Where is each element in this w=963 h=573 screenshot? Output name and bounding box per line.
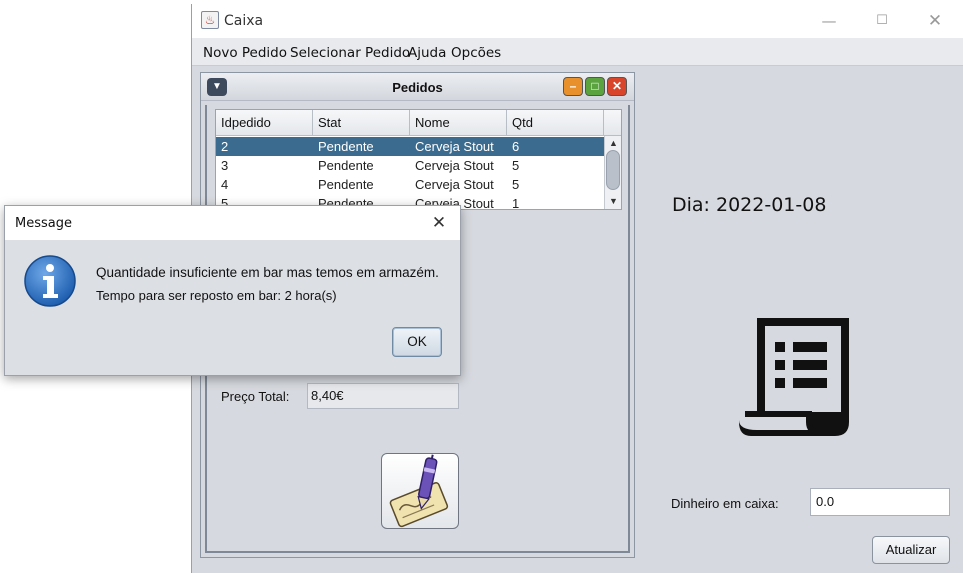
atualizar-button[interactable]: Atualizar — [872, 536, 950, 564]
cell-stat: Pendente — [318, 177, 374, 192]
scroll-down-icon[interactable]: ▼ — [605, 194, 621, 208]
dialog-message-line-2: Tempo para ser reposto em bar: 2 hora(s) — [96, 288, 337, 303]
message-dialog: Message ✕ Quantidade insuficiente em bar… — [4, 205, 461, 376]
column-header-qtd[interactable]: Qtd — [507, 110, 604, 136]
dialog-message-line-1: Quantidade insuficiente em bar mas temos… — [96, 265, 439, 280]
column-header-nome[interactable]: Nome — [410, 110, 507, 136]
frame-maximize-button[interactable]: □ — [585, 77, 605, 96]
scrollbar-thumb[interactable] — [606, 150, 620, 190]
sign-order-button[interactable] — [381, 453, 459, 529]
dialog-titlebar[interactable]: Message ✕ — [5, 206, 460, 240]
table-scrollbar[interactable]: ▲ ▼ — [604, 136, 621, 209]
cell-nome: Cerveja Stout — [415, 158, 494, 173]
cell-nome: Cerveja Stout — [415, 139, 494, 154]
cell-nome: Cerveja Stout — [415, 177, 494, 192]
pedidos-titlebar[interactable]: ▼ Pedidos – □ ✕ — [201, 73, 634, 101]
info-icon — [24, 255, 76, 307]
cell-stat: Pendente — [318, 139, 374, 154]
menu-selecionar-pedido[interactable]: Selecionar Pedido — [290, 45, 410, 61]
menu-novo-pedido[interactable]: Novo Pedido — [203, 45, 287, 61]
column-header-idpedido[interactable]: Idpedido — [216, 110, 313, 136]
dinheiro-em-caixa-label: Dinheiro em caixa: — [671, 496, 779, 511]
window-titlebar: ♨ Caixa — ☐ ✕ — [192, 4, 963, 38]
table-row[interactable]: 2 Pendente Cerveja Stout 6 — [216, 137, 604, 156]
ok-button[interactable]: OK — [392, 327, 442, 357]
signing-pen-icon — [389, 454, 449, 528]
maximize-button[interactable]: ☐ — [859, 8, 905, 34]
dialog-title: Message — [15, 216, 72, 231]
cell-idpedido: 3 — [221, 158, 229, 173]
table-row[interactable]: 4 Pendente Cerveja Stout 5 — [216, 175, 604, 194]
cell-qtd: 5 — [512, 158, 520, 173]
cell-qtd: 5 — [512, 177, 520, 192]
minimize-button[interactable]: — — [806, 8, 852, 34]
pedidos-table[interactable]: Idpedido Stat Nome Qtd 2 Pendente Cervej… — [215, 109, 622, 210]
close-button[interactable]: ✕ — [912, 8, 958, 34]
java-cup-icon: ♨ — [201, 11, 219, 29]
preco-total-field: 8,40€ — [307, 383, 459, 409]
scroll-up-icon[interactable]: ▲ — [605, 136, 621, 150]
cell-qtd: 1 — [512, 196, 520, 210]
window-title: Caixa — [224, 13, 264, 29]
receipt-icon — [739, 318, 849, 436]
table-row[interactable]: 3 Pendente Cerveja Stout 5 — [216, 156, 604, 175]
menu-opcoes[interactable]: Opcões — [451, 45, 501, 61]
cell-idpedido: 4 — [221, 177, 229, 192]
menu-ajuda[interactable]: Ajuda — [408, 45, 446, 61]
column-header-corner — [604, 110, 621, 136]
dinheiro-em-caixa-field[interactable]: 0.0 — [810, 488, 950, 516]
frame-minimize-button[interactable]: – — [563, 77, 583, 96]
preco-total-label: Preço Total: — [221, 389, 290, 404]
frame-close-button[interactable]: ✕ — [607, 77, 627, 96]
cell-stat: Pendente — [318, 158, 374, 173]
column-header-stat[interactable]: Stat — [313, 110, 410, 136]
cell-idpedido: 2 — [221, 139, 229, 154]
menubar: Novo Pedido Selecionar Pedido Ajuda Opcõ… — [192, 38, 963, 66]
dialog-close-button[interactable]: ✕ — [423, 210, 455, 236]
cell-qtd: 6 — [512, 139, 520, 154]
current-date: Dia: 2022-01-08 — [672, 194, 827, 216]
